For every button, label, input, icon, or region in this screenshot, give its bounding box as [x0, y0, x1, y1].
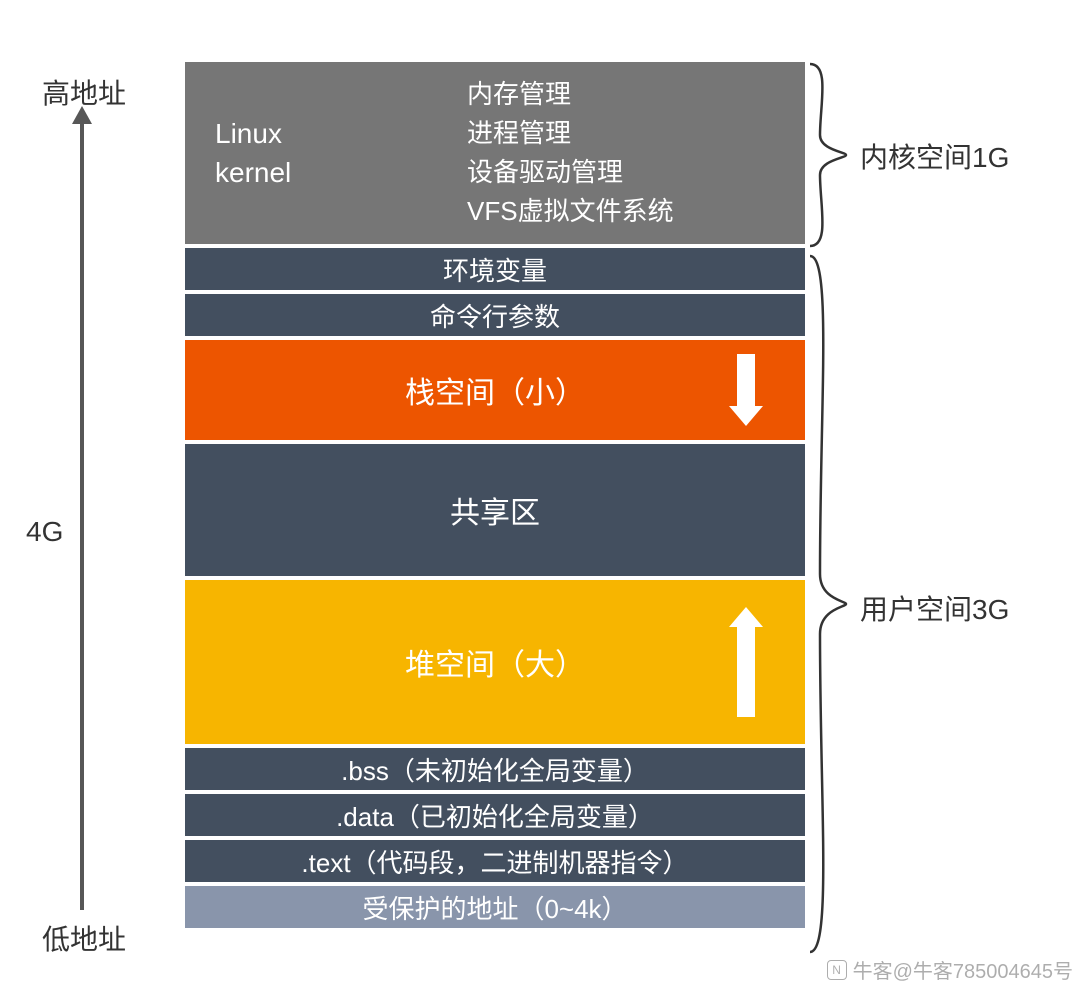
- kernel-space-label: 内核空间1G: [860, 136, 1009, 176]
- segment-heap: 堆空间（大）: [185, 580, 805, 744]
- brace-user-icon: [808, 254, 848, 954]
- segment-heap-label: 堆空间（大）: [405, 640, 585, 684]
- address-axis-arrow: [80, 120, 84, 910]
- arrow-up-icon: [729, 607, 763, 717]
- kernel-title-line1: Linux: [215, 114, 467, 153]
- segment-stack: 栈空间（小）: [185, 340, 805, 440]
- segment-argv: 命令行参数: [185, 294, 805, 336]
- kernel-item: 设备驱动管理: [467, 153, 775, 192]
- kernel-title: Linux kernel: [215, 114, 467, 192]
- user-space-label: 用户空间3G: [860, 588, 1009, 628]
- kernel-item: 进程管理: [467, 114, 775, 153]
- watermark-logo-icon: N: [827, 960, 847, 980]
- segment-env: 环境变量: [185, 248, 805, 290]
- segment-shared: 共享区: [185, 444, 805, 576]
- high-address-label: 高地址: [42, 72, 126, 112]
- segment-text: .text（代码段，二进制机器指令）: [185, 840, 805, 882]
- kernel-item: 内存管理: [467, 75, 775, 114]
- watermark-text: 牛客@牛客785004645号: [853, 955, 1073, 984]
- kernel-items: 内存管理 进程管理 设备驱动管理 VFS虚拟文件系统: [467, 75, 775, 231]
- total-size-label: 4G: [26, 516, 63, 548]
- segment-stack-label: 栈空间（小）: [405, 368, 585, 412]
- arrow-down-icon: [729, 354, 763, 426]
- kernel-item: VFS虚拟文件系统: [467, 192, 775, 231]
- kernel-title-line2: kernel: [215, 153, 467, 192]
- memory-layout-diagram: Linux kernel 内存管理 进程管理 设备驱动管理 VFS虚拟文件系统 …: [185, 62, 805, 928]
- brace-kernel-icon: [808, 62, 848, 248]
- segment-protected: 受保护的地址（0~4k）: [185, 886, 805, 928]
- watermark: N 牛客@牛客785004645号: [827, 955, 1073, 984]
- low-address-label: 低地址: [42, 918, 126, 958]
- segment-data: .data（已初始化全局变量）: [185, 794, 805, 836]
- segment-bss: .bss（未初始化全局变量）: [185, 748, 805, 790]
- segment-kernel: Linux kernel 内存管理 进程管理 设备驱动管理 VFS虚拟文件系统: [185, 62, 805, 244]
